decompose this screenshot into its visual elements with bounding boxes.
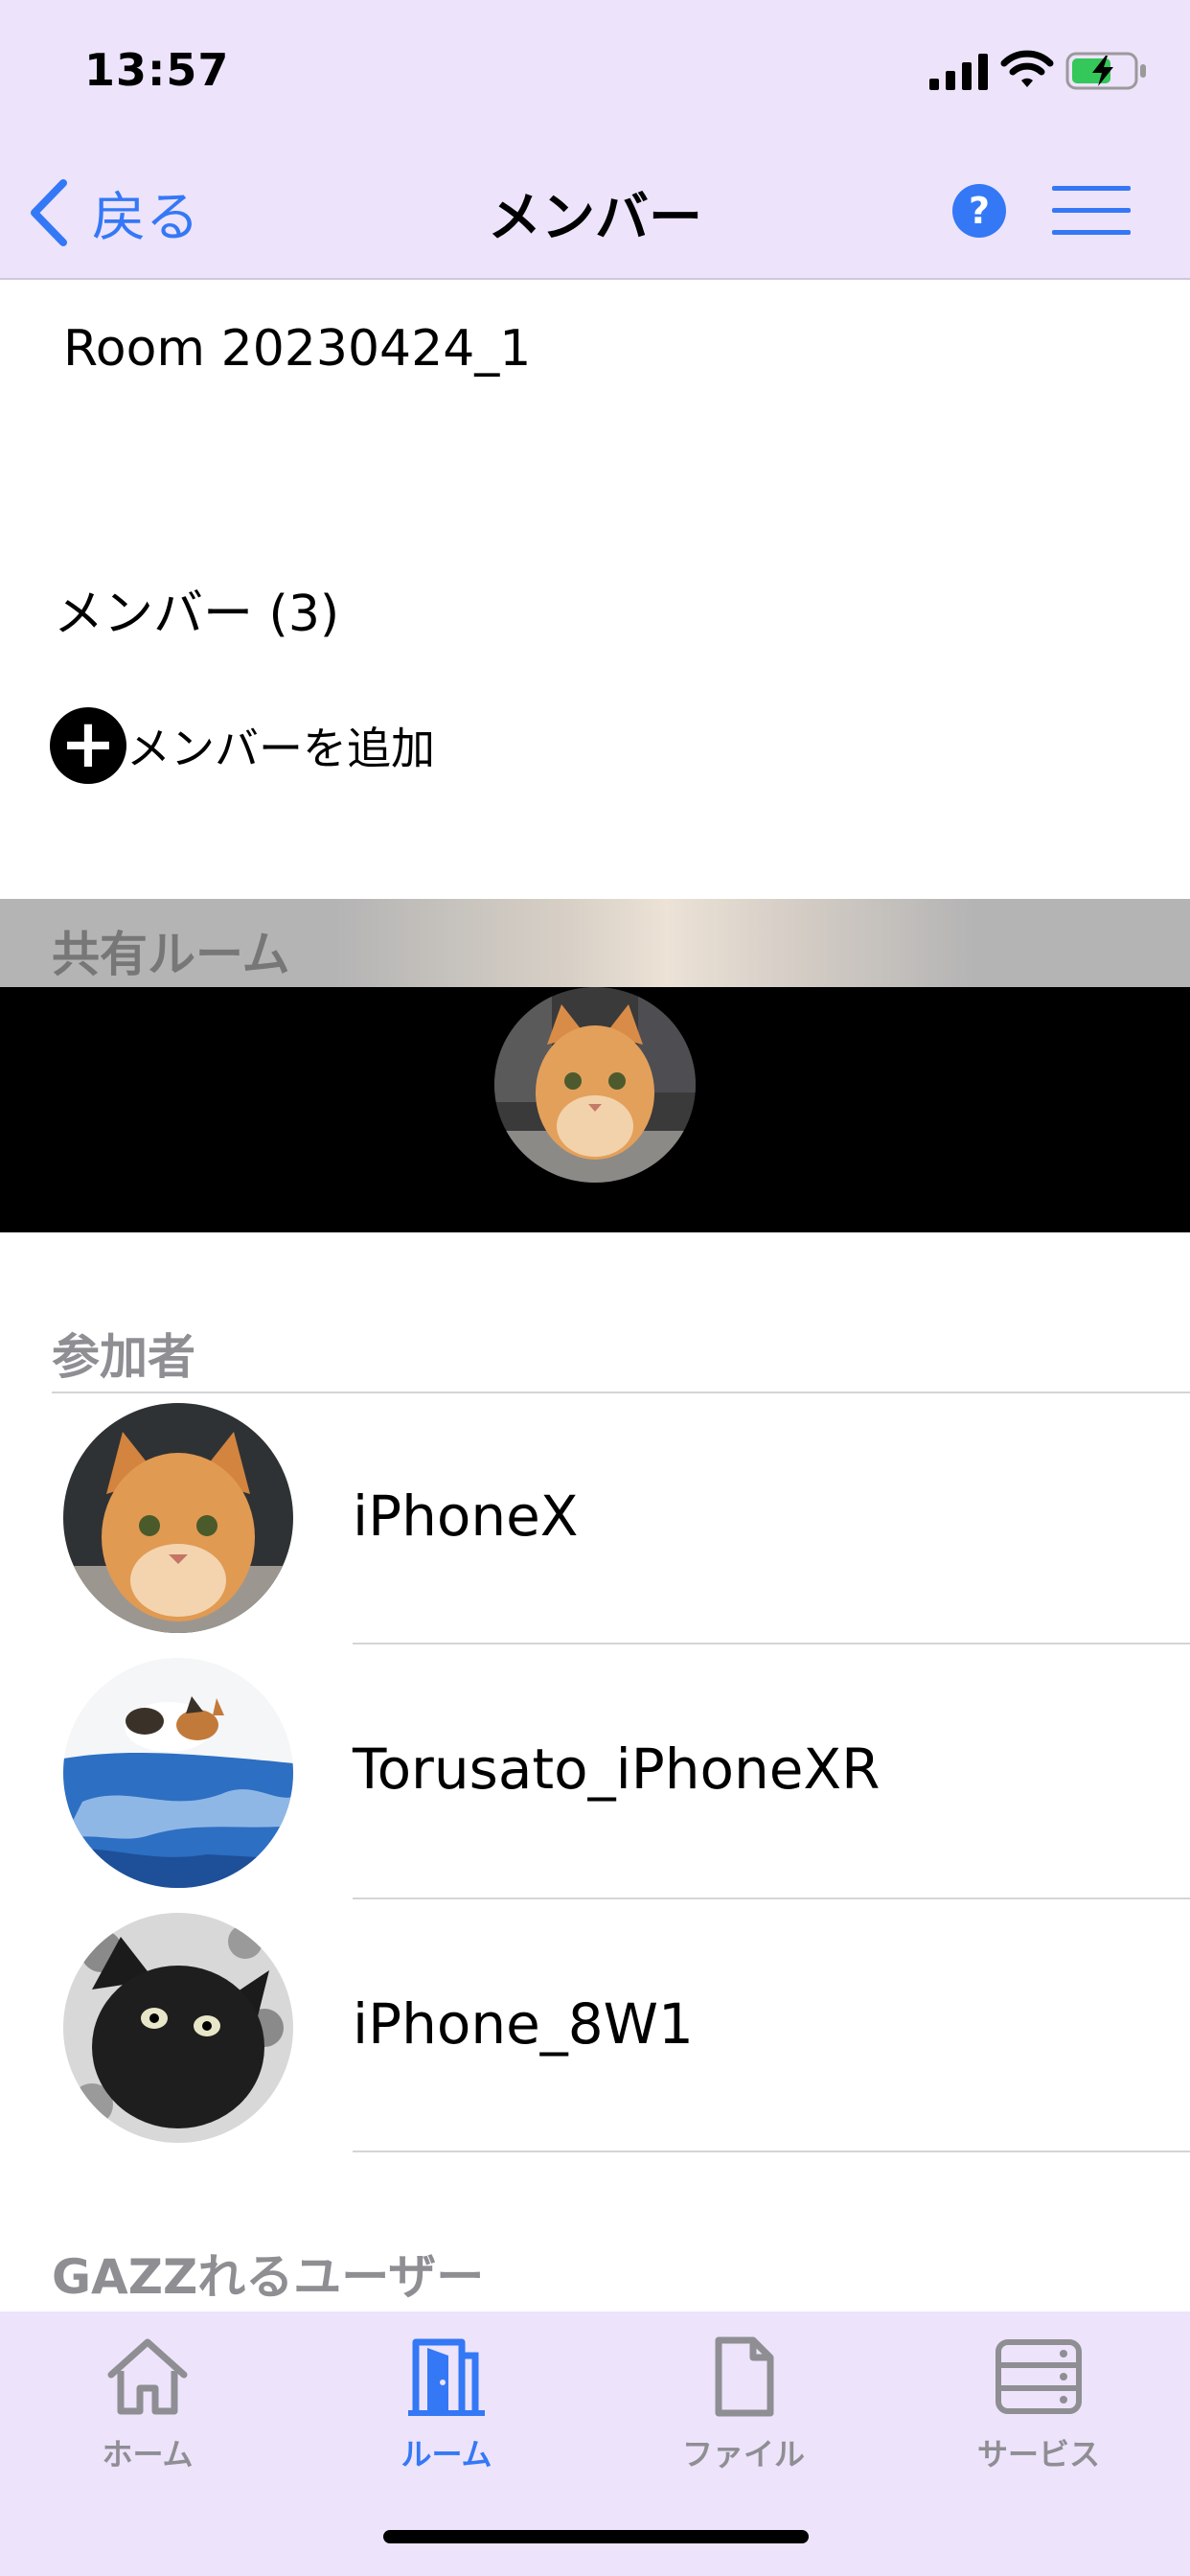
avatar[interactable]: [63, 1913, 293, 2143]
status-time: 13:57: [84, 44, 230, 96]
tab-services-label: サービス: [976, 2436, 1100, 2472]
house-icon: [107, 2338, 188, 2415]
battery-charging-icon: [1065, 52, 1146, 90]
orange-cat-photo-icon: [494, 987, 696, 1183]
member-count-label: メンバー (3): [54, 586, 340, 643]
divider: [353, 2150, 1190, 2152]
avatar[interactable]: [63, 1403, 293, 1633]
orange-cat-photo-icon: [63, 1403, 293, 1633]
tab-files[interactable]: ファイル: [648, 2336, 839, 2474]
tab-room[interactable]: ルーム: [351, 2336, 542, 2474]
divider: [353, 1643, 1190, 1644]
tab-home[interactable]: ホーム: [52, 2336, 243, 2474]
shared-room-header: 共有ルーム: [0, 899, 1190, 987]
menu-line-icon: [1052, 208, 1131, 213]
cellular-signal-icon: [929, 54, 988, 90]
participant-name[interactable]: iPhone_8W1: [353, 1991, 694, 2057]
participants-header: 参加者: [52, 1329, 195, 1385]
status-bar: 13:57: [0, 0, 1190, 144]
plus-circle-icon: +: [50, 707, 126, 784]
divider: [52, 1392, 1190, 1393]
menu-line-icon: [1052, 230, 1131, 235]
hamburger-menu-button[interactable]: [1052, 186, 1131, 236]
avatar[interactable]: [63, 1658, 293, 1888]
page-title: メンバー: [488, 187, 702, 249]
shared-room-avatar[interactable]: [494, 987, 696, 1183]
menu-line-icon: [1052, 186, 1131, 191]
shared-room-title: 共有ルーム: [52, 927, 290, 982]
black-cat-photo-icon: [63, 1913, 293, 2143]
tab-home-label: ホーム: [102, 2436, 194, 2472]
room-name: Room 20230424_1: [63, 320, 532, 378]
participant-name[interactable]: Torusato_iPhoneXR: [353, 1736, 880, 1802]
tab-files-label: ファイル: [681, 2436, 805, 2472]
gazz-users-header: GAZZれるユーザー: [52, 2249, 485, 2305]
divider: [353, 1898, 1190, 1899]
participant-name[interactable]: iPhoneX: [353, 1484, 579, 1549]
server-icon: [995, 2339, 1082, 2414]
document-icon: [715, 2336, 774, 2417]
tab-room-label: ルーム: [400, 2436, 492, 2472]
help-button[interactable]: ?: [952, 184, 1006, 238]
calico-cat-photo-icon: [63, 1658, 293, 1888]
add-member-button[interactable]: + メンバーを追加: [50, 707, 435, 784]
navigation-bar: 戻る メンバー ?: [0, 144, 1190, 280]
tab-services[interactable]: サービス: [943, 2336, 1134, 2474]
door-icon: [408, 2338, 485, 2416]
home-indicator[interactable]: [383, 2530, 809, 2543]
wifi-icon: [1000, 50, 1054, 87]
add-member-label: メンバーを追加: [126, 723, 435, 774]
